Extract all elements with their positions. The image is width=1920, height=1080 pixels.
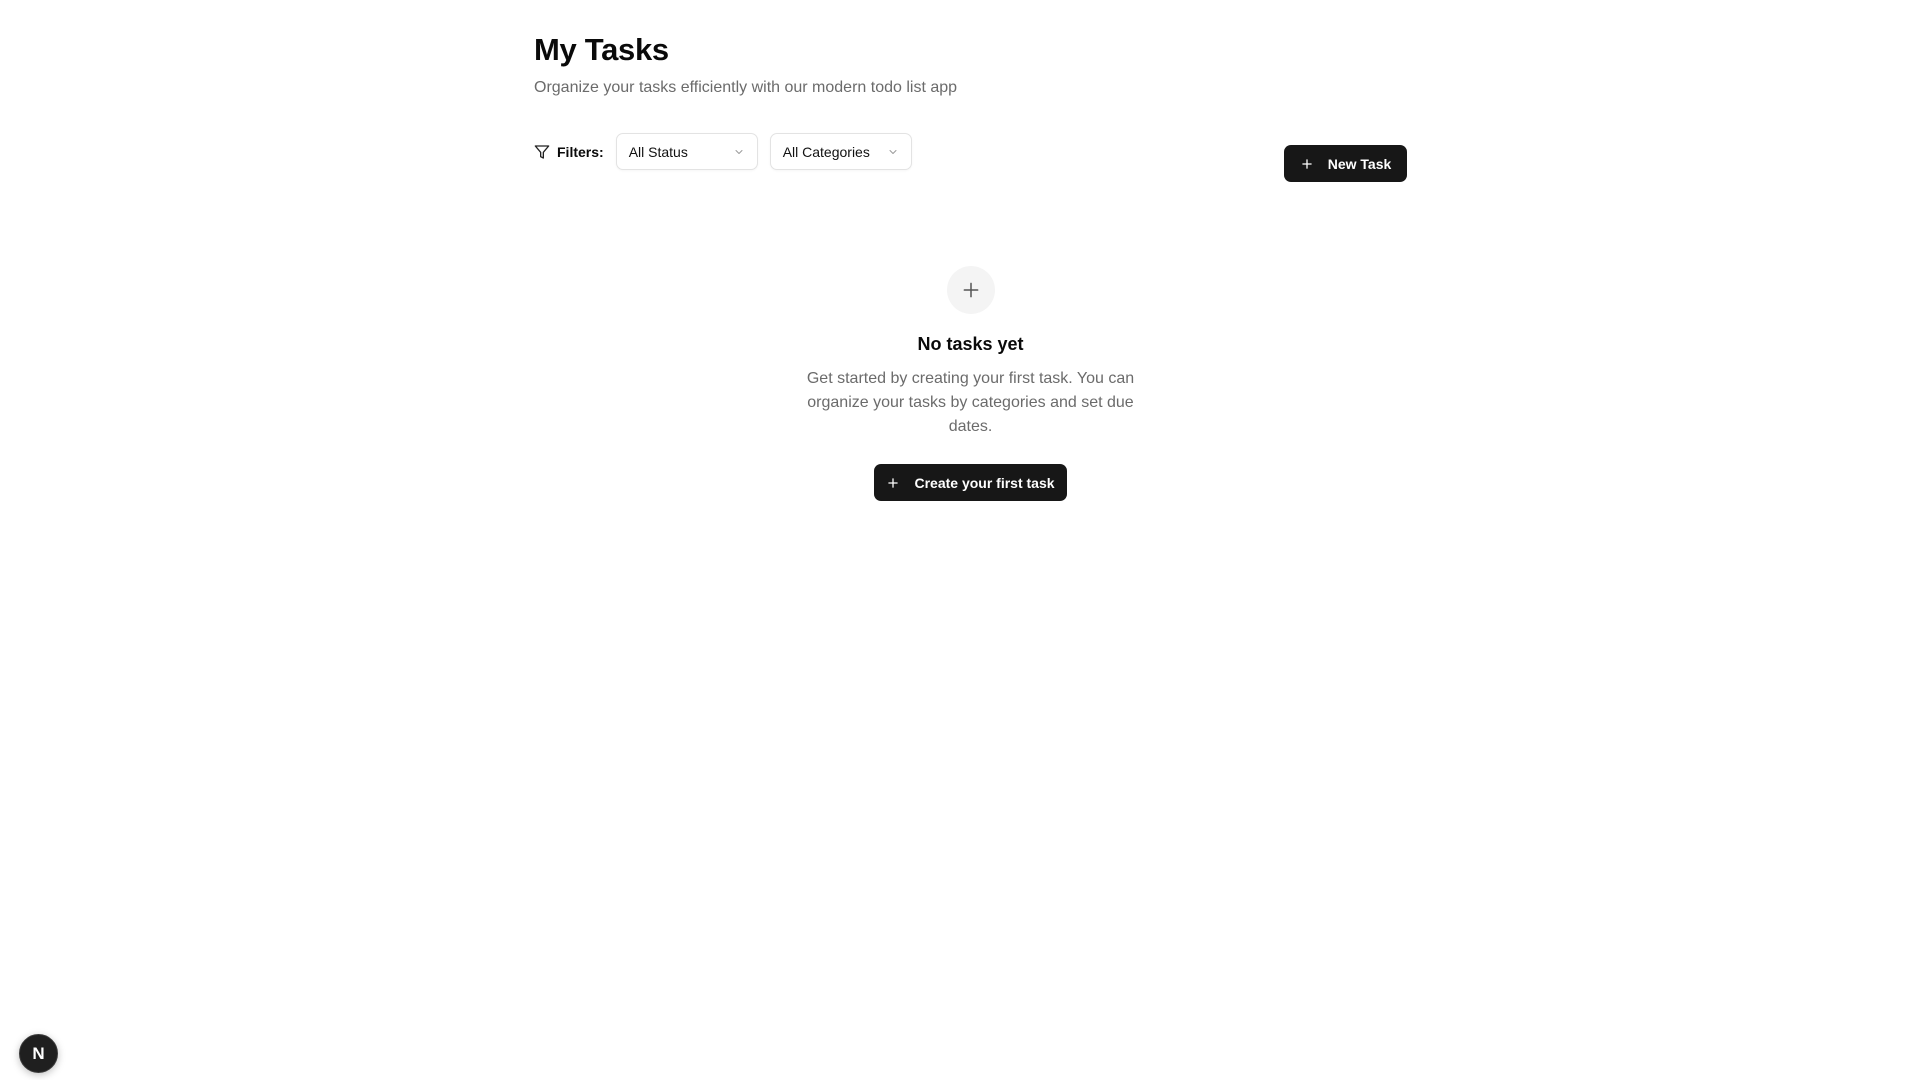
- status-filter-value: All Status: [628, 143, 688, 160]
- dev-tools-badge[interactable]: N: [19, 1034, 58, 1073]
- filters-label: Filters:: [557, 143, 604, 160]
- filter-icon: [534, 144, 550, 160]
- empty-state-description: Get started by creating your first task.…: [806, 370, 1135, 435]
- category-filter-value: All Categories: [782, 143, 870, 160]
- chevron-down-icon: [886, 145, 899, 158]
- new-task-label: New Task: [1327, 155, 1392, 172]
- page-subtitle: Organize your tasks efficiently with our…: [534, 79, 958, 96]
- chevron-down-icon: [732, 145, 745, 158]
- plus-icon: [886, 476, 900, 490]
- category-filter-select[interactable]: All Categories: [769, 133, 912, 170]
- empty-state-icon: [946, 266, 995, 314]
- new-task-button[interactable]: New Task: [1284, 145, 1407, 182]
- create-first-task-label: Create your first task: [914, 474, 1055, 491]
- dev-badge-letter: N: [32, 1043, 45, 1063]
- empty-state-title: No tasks yet: [917, 334, 1024, 354]
- empty-state: No tasks yet Get started by creating you…: [534, 266, 1407, 501]
- create-first-task-button[interactable]: Create your first task: [874, 464, 1067, 501]
- plus-icon: [1300, 157, 1314, 171]
- status-filter-select[interactable]: All Status: [615, 133, 758, 170]
- filters-bar: Filters: All Status All Categories: [534, 133, 912, 170]
- page-title: My Tasks: [534, 32, 669, 67]
- plus-icon: [961, 280, 981, 300]
